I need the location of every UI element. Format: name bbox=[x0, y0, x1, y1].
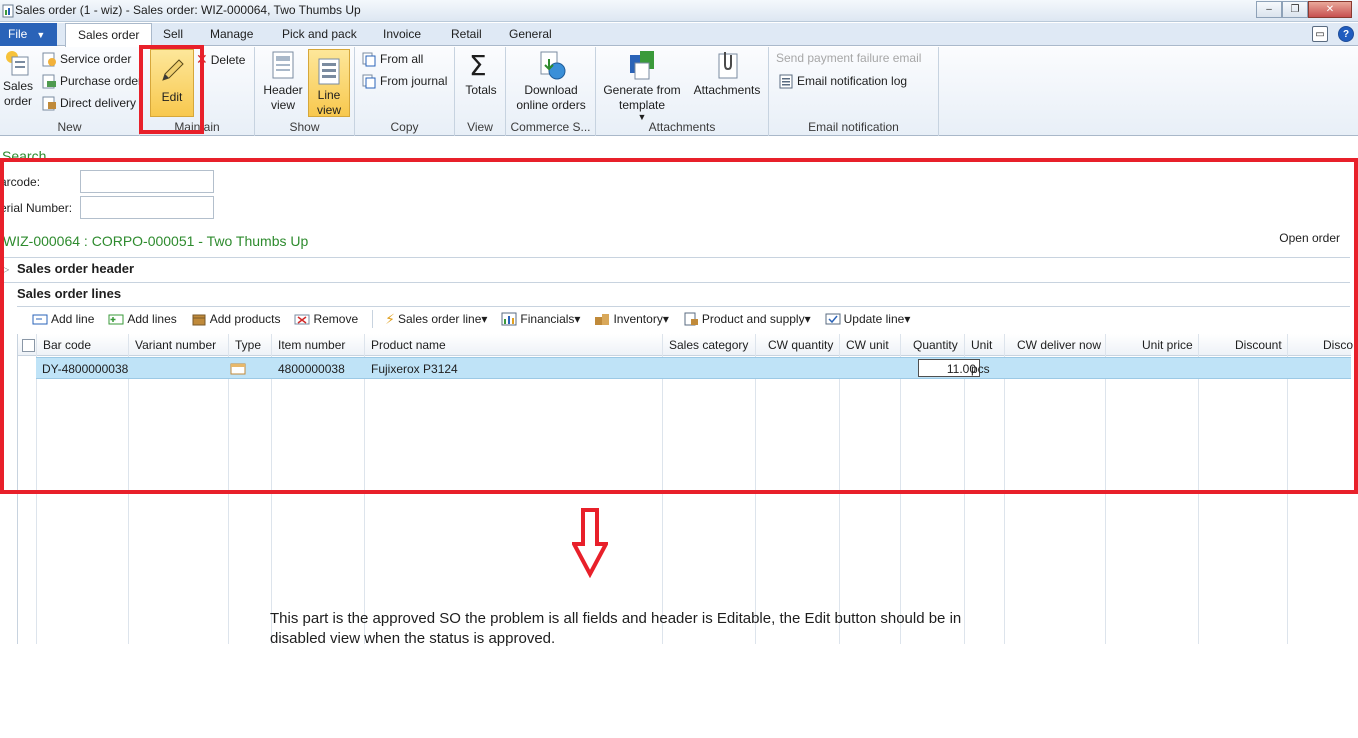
generate-from-template-button[interactable]: Generate from template ▼ bbox=[602, 49, 682, 122]
group-view: Σ Totals View bbox=[455, 47, 506, 136]
file-tab[interactable]: File ▼ bbox=[0, 23, 57, 46]
tab-manage[interactable]: Manage bbox=[210, 27, 253, 41]
sales-order-icon bbox=[6, 51, 29, 76]
attachments-button[interactable]: Attachments bbox=[690, 49, 764, 98]
layout-icon[interactable]: ▭ bbox=[1312, 26, 1328, 42]
group-attachments: Generate from template ▼ Attachments Att… bbox=[596, 47, 769, 136]
line-view-icon bbox=[318, 58, 340, 85]
group-label-attachments: Attachments bbox=[648, 120, 716, 134]
line-view-button[interactable]: Line view bbox=[308, 49, 350, 117]
app-icon bbox=[2, 4, 14, 18]
send-payment-failure-email-button[interactable]: Send payment failure email bbox=[776, 51, 921, 65]
group-email-notification: Send payment failure email Email notific… bbox=[769, 47, 939, 136]
group-label-show: Show bbox=[289, 120, 320, 134]
group-label-email: Email notification bbox=[808, 120, 899, 134]
minimize-button[interactable]: – bbox=[1256, 1, 1282, 18]
service-order-button[interactable]: Service order bbox=[41, 51, 131, 67]
purchase-order-icon bbox=[42, 74, 56, 89]
annotation-note: This part is the approved SO the problem… bbox=[270, 610, 962, 647]
group-label-commerce: Commerce S... bbox=[510, 120, 591, 134]
group-label-new: New bbox=[57, 120, 82, 134]
arrow-down-icon bbox=[572, 508, 608, 578]
svg-text:Σ: Σ bbox=[469, 49, 487, 81]
download-globe-icon bbox=[540, 51, 566, 80]
log-icon bbox=[779, 74, 793, 89]
tab-invoice[interactable]: Invoice bbox=[383, 27, 421, 41]
direct-delivery-icon bbox=[42, 96, 56, 111]
tab-sell[interactable]: Sell bbox=[163, 27, 183, 41]
email-notification-log-button[interactable]: Email notification log bbox=[778, 73, 907, 89]
content-highlight-box bbox=[0, 158, 1358, 494]
group-copy: From all From journal Copy bbox=[355, 47, 455, 136]
from-journal-button[interactable]: From journal bbox=[361, 73, 447, 89]
group-label-copy: Copy bbox=[390, 120, 419, 134]
header-view-icon bbox=[272, 51, 294, 79]
tab-sales-order[interactable]: Sales order bbox=[65, 23, 153, 47]
tab-general[interactable]: General bbox=[509, 27, 552, 41]
ribbon-tabs: File ▼ Sales order Sell Manage Pick and p… bbox=[0, 23, 1358, 47]
chevron-down-icon: ▼ bbox=[36, 30, 46, 40]
download-online-orders-button[interactable]: Download online orders bbox=[510, 49, 592, 113]
title-bar: Sales order (1 - wiz) - Sales order: WIZ… bbox=[0, 0, 1358, 22]
edit-highlight-box bbox=[139, 45, 204, 134]
purchase-order-button[interactable]: Purchase order bbox=[41, 73, 142, 89]
header-view-button[interactable]: Header view bbox=[261, 49, 305, 113]
sigma-icon: Σ bbox=[469, 49, 487, 81]
maximize-button[interactable]: ❐ bbox=[1282, 1, 1308, 18]
paperclip-icon bbox=[718, 52, 738, 79]
tab-retail[interactable]: Retail bbox=[451, 27, 482, 41]
close-button[interactable]: ✕ bbox=[1308, 1, 1352, 18]
tab-pick-and-pack[interactable]: Pick and pack bbox=[282, 27, 357, 41]
sales-order-button[interactable]: Sales order bbox=[2, 49, 34, 109]
from-all-button[interactable]: From all bbox=[361, 51, 423, 67]
group-label-view: View bbox=[467, 120, 493, 134]
copy-icon bbox=[362, 52, 376, 67]
totals-button[interactable]: Σ Totals bbox=[461, 49, 501, 98]
group-new: Sales order Service order Purchase order… bbox=[0, 47, 142, 136]
template-icon bbox=[630, 51, 654, 80]
group-commerce: Download online orders Commerce S... bbox=[506, 47, 596, 136]
copy-journal-icon bbox=[362, 74, 376, 89]
help-icon[interactable]: ? bbox=[1338, 26, 1354, 42]
service-order-icon bbox=[42, 52, 56, 67]
direct-delivery-button[interactable]: Direct delivery bbox=[41, 95, 136, 111]
window-title: Sales order (1 - wiz) - Sales order: WIZ… bbox=[15, 3, 361, 17]
